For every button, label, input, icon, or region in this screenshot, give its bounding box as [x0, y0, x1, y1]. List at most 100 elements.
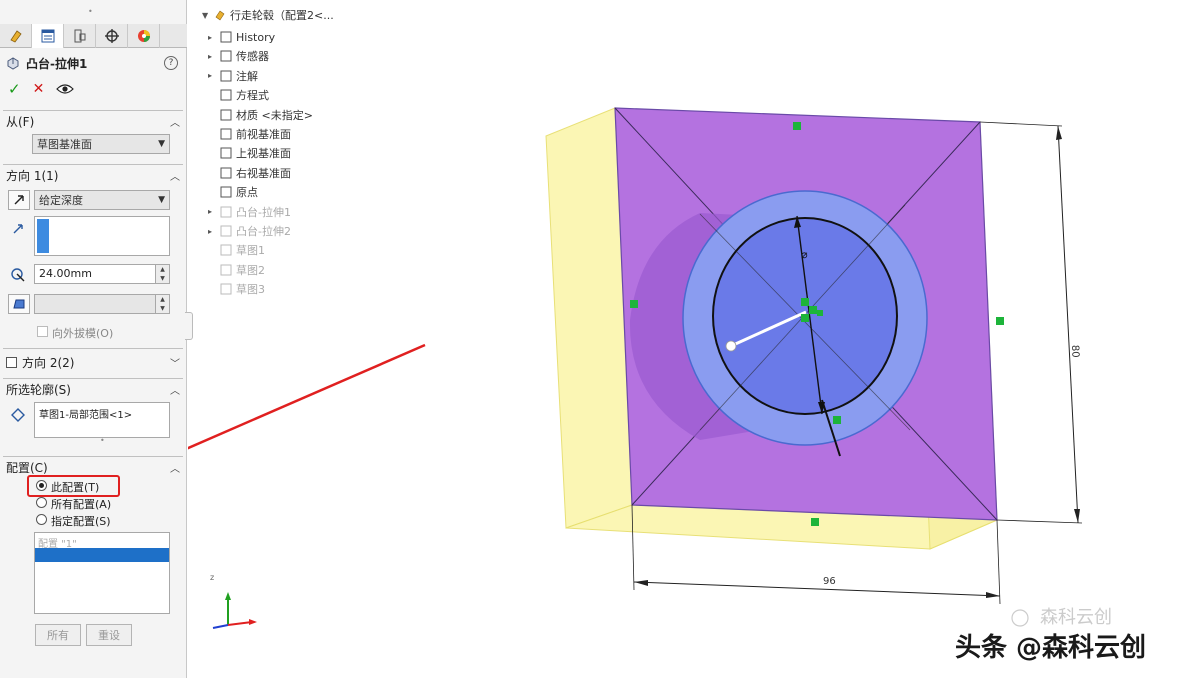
display-manager-tab[interactable] [128, 24, 160, 48]
configurations-list[interactable]: 配置 "1" [34, 532, 170, 614]
boss-extrude-icon [7, 57, 19, 70]
direction-vector-icon [13, 224, 23, 234]
collapse-caret-icon: ︿ [170, 385, 180, 397]
ok-icon[interactable]: ✓ [8, 80, 21, 98]
watermark-text: 头条 @森科云创 [955, 633, 1147, 663]
direction2-group-header[interactable]: 方向 2(2) ﹀ [3, 349, 183, 375]
horizontal-dimension-line [633, 581, 1001, 597]
configurations-header[interactable]: 配置(C) ︿ [3, 457, 183, 477]
reset-button[interactable]: 重设 [86, 624, 132, 646]
collapse-caret-icon: ︿ [170, 117, 180, 129]
draft-toggle-button[interactable] [8, 294, 30, 314]
selected-contour-item[interactable]: 草图1-局部范围<1> [39, 406, 132, 421]
configuration-manager-tab[interactable] [64, 24, 96, 48]
display-manager-icon [137, 30, 150, 42]
from-group-header[interactable]: 从(F) ︿ [3, 111, 183, 131]
origin-handle[interactable] [801, 298, 809, 306]
depth-value: 24.00mm [39, 267, 92, 280]
draft-icon [13, 299, 25, 309]
horizontal-dimension-value: 96 [823, 576, 836, 587]
direction1-group-header[interactable]: 方向 1(1) ︿ [3, 165, 183, 185]
draft-angle-input[interactable]: ▲ ▼ [34, 294, 170, 314]
chevron-down-icon: ▼ [158, 195, 165, 205]
property-manager-tab[interactable] [32, 24, 64, 48]
all-button[interactable]: 所有 [35, 624, 81, 646]
from-select-value: 草图基准面 [37, 138, 92, 151]
feature-manager-tab[interactable] [0, 24, 32, 48]
red-annotation-arrow [188, 343, 426, 450]
specify-configurations-label: 指定配置(S) [51, 515, 111, 528]
triad-z-axis [212, 624, 229, 629]
watermark-logo: 森科云创 [1011, 607, 1112, 628]
configuration-list-item[interactable]: 配置 "1" [35, 535, 169, 550]
origin-handle[interactable] [809, 306, 817, 314]
dimxpert-tab[interactable] [96, 24, 128, 48]
configurations-label: 配置(C) [6, 460, 48, 475]
feature-title: 凸台-拉伸1 [26, 56, 88, 71]
depth-input[interactable]: 24.00mm ▲ ▼ [34, 264, 170, 284]
end-condition-value: 给定深度 [39, 194, 83, 207]
cancel-icon[interactable]: ✕ [33, 81, 45, 97]
all-configurations-radio[interactable] [36, 497, 47, 508]
configuration-list-item-selected[interactable] [35, 548, 169, 562]
dimxpert-icon [104, 29, 119, 43]
collapse-caret-icon: ︿ [170, 171, 180, 183]
reverse-direction-icon [14, 195, 24, 205]
help-icon[interactable]: ? [164, 56, 178, 70]
svg-text:森科云创: 森科云创 [1040, 607, 1112, 628]
direction2-checkbox[interactable] [6, 356, 17, 368]
confirm-row: ✓ ✕ [8, 80, 75, 98]
reverse-direction-button[interactable] [8, 190, 30, 210]
direction2-label: 方向 2(2) [22, 355, 75, 370]
feature-title-row: 凸台-拉伸1 ? [6, 54, 182, 72]
origin-handle[interactable] [817, 310, 823, 316]
selected-contours-header[interactable]: 所选轮廓(S) ︿ [3, 379, 183, 399]
red-highlight-box [27, 475, 120, 497]
extension-line [996, 519, 1083, 524]
configuration-manager-icon [74, 29, 85, 43]
panel-top-grip[interactable]: • [88, 8, 96, 16]
specify-configurations-radio[interactable] [36, 514, 47, 525]
edge-drag-handle[interactable] [793, 122, 801, 130]
vertical-dimension-line [1057, 125, 1079, 524]
manager-tabs [0, 24, 187, 48]
selected-contours-list[interactable]: 草图1-局部范围<1> [34, 402, 170, 438]
detailed-preview-icon[interactable] [56, 83, 75, 95]
edge-drag-handle[interactable] [811, 518, 819, 526]
from-select[interactable]: 草图基准面 ▼ [32, 134, 170, 154]
extension-line [996, 519, 1001, 605]
draft-angle-spinner[interactable]: ▲ ▼ [155, 295, 169, 313]
dimension-arrow [1056, 126, 1062, 140]
triad-z-label: z [210, 573, 214, 582]
collapse-caret-icon: ︿ [170, 463, 180, 475]
draft-outward-checkbox[interactable] [37, 326, 48, 337]
end-condition-select[interactable]: 给定深度 ▼ [34, 190, 170, 210]
draft-outward-label: 向外拔模(O) [52, 327, 114, 340]
expand-caret-icon: ﹀ [170, 358, 180, 370]
extrude-depth-handle-knob[interactable] [725, 340, 737, 352]
vertical-dimension-value: 80 [1069, 345, 1080, 358]
from-label: 从(F) [6, 114, 35, 129]
depth-icon [11, 268, 25, 282]
graphics-area[interactable]: ⌀ 80 96 z 森科云创 [188, 0, 1188, 678]
diameter-symbol: ⌀ [801, 248, 808, 261]
dimension-arrow [986, 592, 1000, 598]
contour-icon [11, 408, 25, 422]
direction2-group: 方向 2(2) ﹀ [3, 348, 183, 376]
triad-x-axis [227, 621, 253, 626]
triad-y-arrow [225, 592, 231, 600]
triad-x-arrow [249, 619, 257, 625]
origin-handle[interactable] [801, 314, 809, 322]
edge-drag-handle[interactable] [996, 317, 1004, 325]
edge-drag-handle[interactable] [833, 416, 841, 424]
direction-vector-selection [37, 219, 49, 253]
list-resize-grip[interactable]: • [100, 436, 105, 445]
direction1-label: 方向 1(1) [6, 168, 59, 183]
feature-manager-icon [9, 30, 22, 43]
property-manager-panel: • 凸台-拉伸1 ? ✓ ✕ 从(F) ︿ 草图基准面 ▼ 方向 1(1) ︿ … [0, 0, 193, 678]
direction-vector-list[interactable] [34, 216, 170, 256]
selected-contours-label: 所选轮廓(S) [6, 382, 71, 397]
property-manager-icon [41, 29, 54, 43]
edge-drag-handle[interactable] [630, 300, 638, 308]
depth-spinner[interactable]: ▲ ▼ [155, 265, 169, 283]
